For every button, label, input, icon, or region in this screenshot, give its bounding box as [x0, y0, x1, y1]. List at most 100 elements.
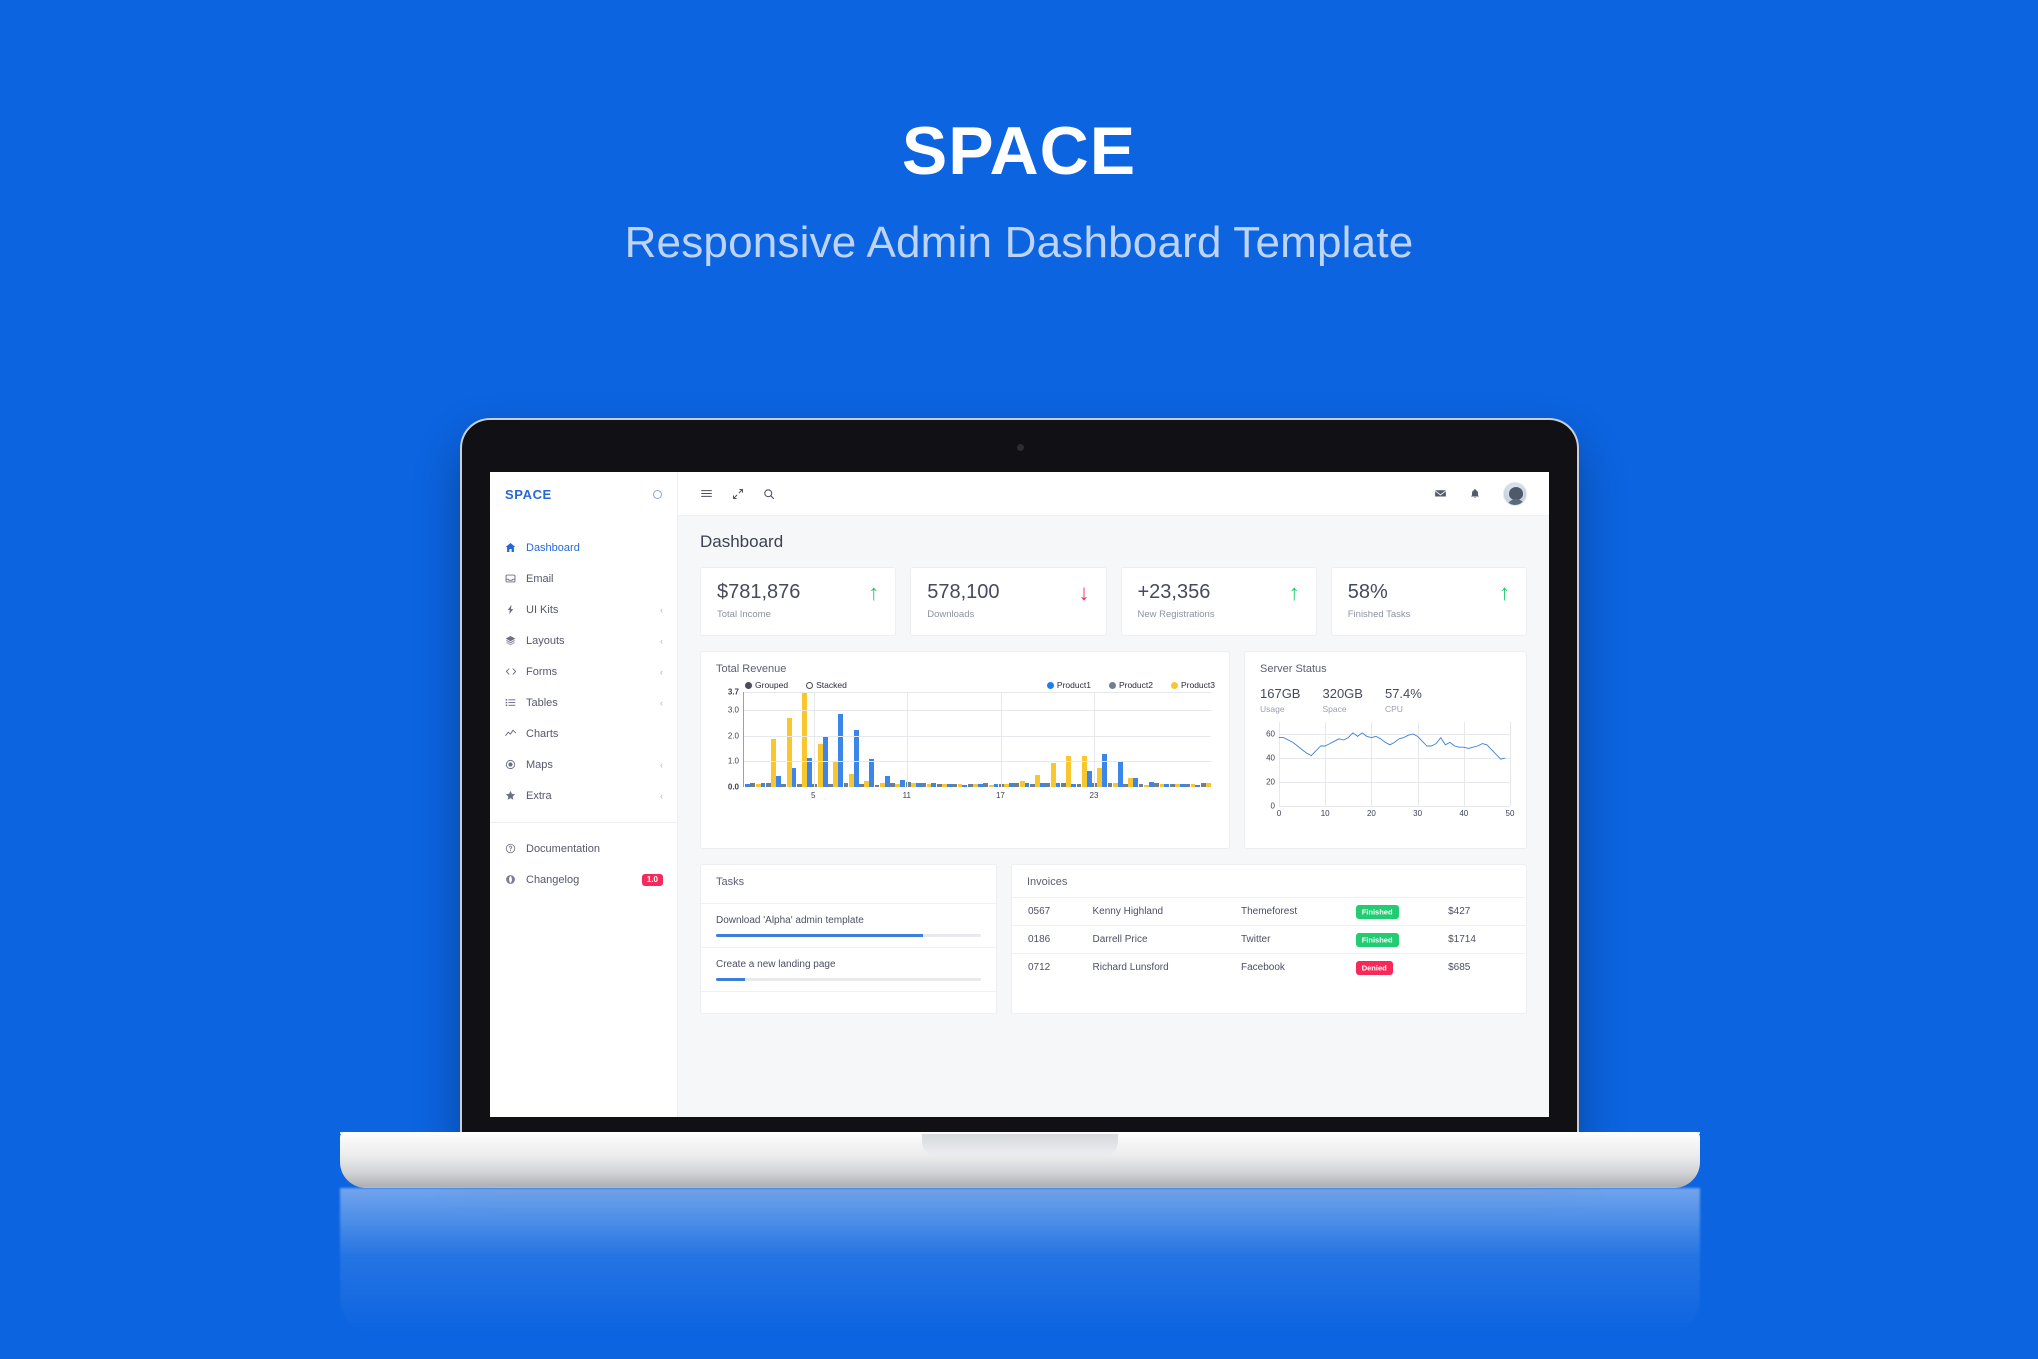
- laptop-mockup: SPACE Dashboard Email UI Kits ‹ Layouts …: [340, 420, 1700, 1338]
- invoice-amount: $685: [1442, 953, 1526, 981]
- sidebar-item-extra[interactable]: Extra ‹: [490, 780, 677, 811]
- bar-group: [931, 783, 947, 787]
- card-title: Server Status: [1260, 663, 1327, 675]
- task-item[interactable]: Download 'Alpha' admin template: [701, 904, 996, 937]
- bar: [781, 784, 787, 787]
- sidebar-item-email[interactable]: Email: [490, 563, 677, 594]
- table-row[interactable]: 0567 Kenny Highland Themeforest Finished $42…: [1012, 897, 1526, 926]
- stat-card-finished-tasks[interactable]: 58% ↑ Finished Tasks: [1330, 567, 1527, 636]
- legend-label: Product3: [1180, 680, 1215, 690]
- metric-value: 167GB: [1260, 686, 1301, 701]
- bar: [884, 776, 890, 787]
- invoice-status-cell: Finished: [1349, 925, 1443, 954]
- brand-name: SPACE: [505, 486, 552, 502]
- y-tick-label: 40: [1266, 753, 1275, 763]
- invoice-source: Twitter: [1234, 925, 1350, 954]
- chevron-left-icon: ‹: [660, 697, 663, 708]
- server-metric-cpu: 57.4% CPU: [1385, 686, 1422, 714]
- globe-icon: [504, 874, 517, 885]
- bar: [1133, 778, 1139, 787]
- bar-group: [869, 759, 885, 787]
- bar-group: [1117, 762, 1134, 787]
- stat-card-new-registrations[interactable]: +23,356 ↑ New Registrations: [1120, 567, 1317, 636]
- bar: [838, 714, 844, 787]
- search-icon[interactable]: [763, 488, 775, 500]
- bar: [869, 759, 875, 787]
- invoice-id: 0712: [1012, 953, 1087, 981]
- sidebar-item-changelog[interactable]: Changelog 1.0: [490, 864, 677, 895]
- line-chart-icon: [504, 728, 517, 739]
- legend-product1[interactable]: Product1: [1046, 680, 1091, 690]
- sidebar-nav: Dashboard Email UI Kits ‹ Layouts ‹ Form…: [490, 516, 677, 895]
- laptop-notch: [922, 1132, 1118, 1156]
- sidebar-item-documentation[interactable]: Documentation: [490, 833, 677, 864]
- task-progress-bar: [716, 934, 981, 937]
- bar-group: [884, 776, 901, 787]
- bar-group: [1148, 782, 1165, 787]
- sidebar-item-label: Dashboard: [526, 541, 580, 554]
- bar: [962, 784, 968, 787]
- legend-label: Product2: [1118, 680, 1153, 690]
- stat-card-downloads[interactable]: 578,100 ↓ Downloads: [910, 567, 1107, 636]
- y-tick-label: 20: [1266, 777, 1275, 787]
- main-area: Dashboard $781,876 ↑ Total Income 578,10…: [678, 472, 1549, 1117]
- sidebar-item-dashboard[interactable]: Dashboard: [490, 532, 677, 563]
- hamburger-icon[interactable]: [700, 487, 713, 500]
- bar-group: [760, 739, 777, 787]
- expand-arrows-icon[interactable]: [732, 488, 744, 500]
- arrow-up-icon: ↑: [868, 579, 880, 605]
- bell-icon[interactable]: [1469, 488, 1481, 500]
- bar: [1154, 783, 1159, 787]
- stat-label: Total Income: [717, 609, 771, 620]
- sidebar-item-label: UI Kits: [526, 603, 559, 616]
- radio-grouped[interactable]: Grouped: [745, 680, 788, 690]
- table-row[interactable]: 0186 Darrell Price Twitter Finished $1714: [1012, 925, 1526, 954]
- bar: [765, 783, 771, 787]
- sidebar-item-tables[interactable]: Tables ‹: [490, 687, 677, 718]
- charts-row: Total Revenue Grouped Stacked Product1 P…: [700, 651, 1527, 849]
- bar-group: [1040, 762, 1056, 787]
- page-title-space: SPACE: [901, 113, 1137, 189]
- legend-product2[interactable]: Product2: [1108, 680, 1153, 690]
- task-item[interactable]: Create a new landing page: [701, 948, 996, 981]
- sidebar-item-layouts[interactable]: Layouts ‹: [490, 625, 677, 656]
- bar-group: [1024, 775, 1041, 787]
- y-tick-label: 2.0: [727, 731, 739, 741]
- bar: [993, 784, 999, 787]
- legend-product3[interactable]: Product3: [1170, 680, 1215, 690]
- invoice-status-cell: Denied: [1349, 953, 1443, 981]
- bar: [1014, 783, 1020, 787]
- table-row[interactable]: 0712 Richard Lunsford Facebook Denied $685: [1012, 953, 1526, 981]
- sidebar-brand[interactable]: SPACE: [490, 472, 677, 516]
- sidebar-item-maps[interactable]: Maps ‹: [490, 749, 677, 780]
- bar: [1138, 783, 1144, 787]
- invoice-status-cell: Finished: [1349, 897, 1443, 926]
- invoice-source: Themeforest: [1234, 897, 1350, 926]
- revenue-bar-chart: 0.0 1.0 2.0 3.0 3.7 5 11 17 23: [715, 688, 1215, 804]
- arrow-down-icon: ↓: [1078, 579, 1090, 605]
- bar-chart-y-axis: 0.0 1.0 2.0 3.0 3.7: [715, 688, 743, 792]
- bar: [946, 784, 952, 787]
- bar: [760, 782, 766, 787]
- arrow-up-icon: ↑: [1499, 579, 1510, 605]
- bar: [1164, 783, 1170, 787]
- bar-group: [1133, 778, 1149, 787]
- bar: [859, 783, 864, 787]
- bottom-row: Tasks Download 'Alpha' admin template Cre…: [700, 864, 1527, 1014]
- envelope-icon[interactable]: [1434, 487, 1447, 500]
- radio-stacked[interactable]: Stacked: [806, 680, 847, 690]
- bar: [1086, 771, 1092, 787]
- total-revenue-card: Total Revenue Grouped Stacked Product1 P…: [700, 651, 1230, 849]
- gridline: [907, 692, 909, 787]
- metric-label: Usage: [1260, 704, 1285, 714]
- stat-card-total-income[interactable]: $781,876 ↑ Total Income: [700, 567, 897, 636]
- invoice-amount: $427: [1442, 897, 1526, 926]
- y-tick-label: 1.0: [727, 756, 739, 766]
- sidebar-item-ui-kits[interactable]: UI Kits ‹: [490, 594, 677, 625]
- invoice-name: Richard Lunsford: [1086, 953, 1235, 981]
- sidebar-item-forms[interactable]: Forms ‹: [490, 656, 677, 687]
- sidebar-item-charts[interactable]: Charts: [490, 718, 677, 749]
- x-tick-label: 50: [1505, 809, 1515, 818]
- avatar[interactable]: [1503, 481, 1527, 506]
- star-icon: [504, 790, 517, 801]
